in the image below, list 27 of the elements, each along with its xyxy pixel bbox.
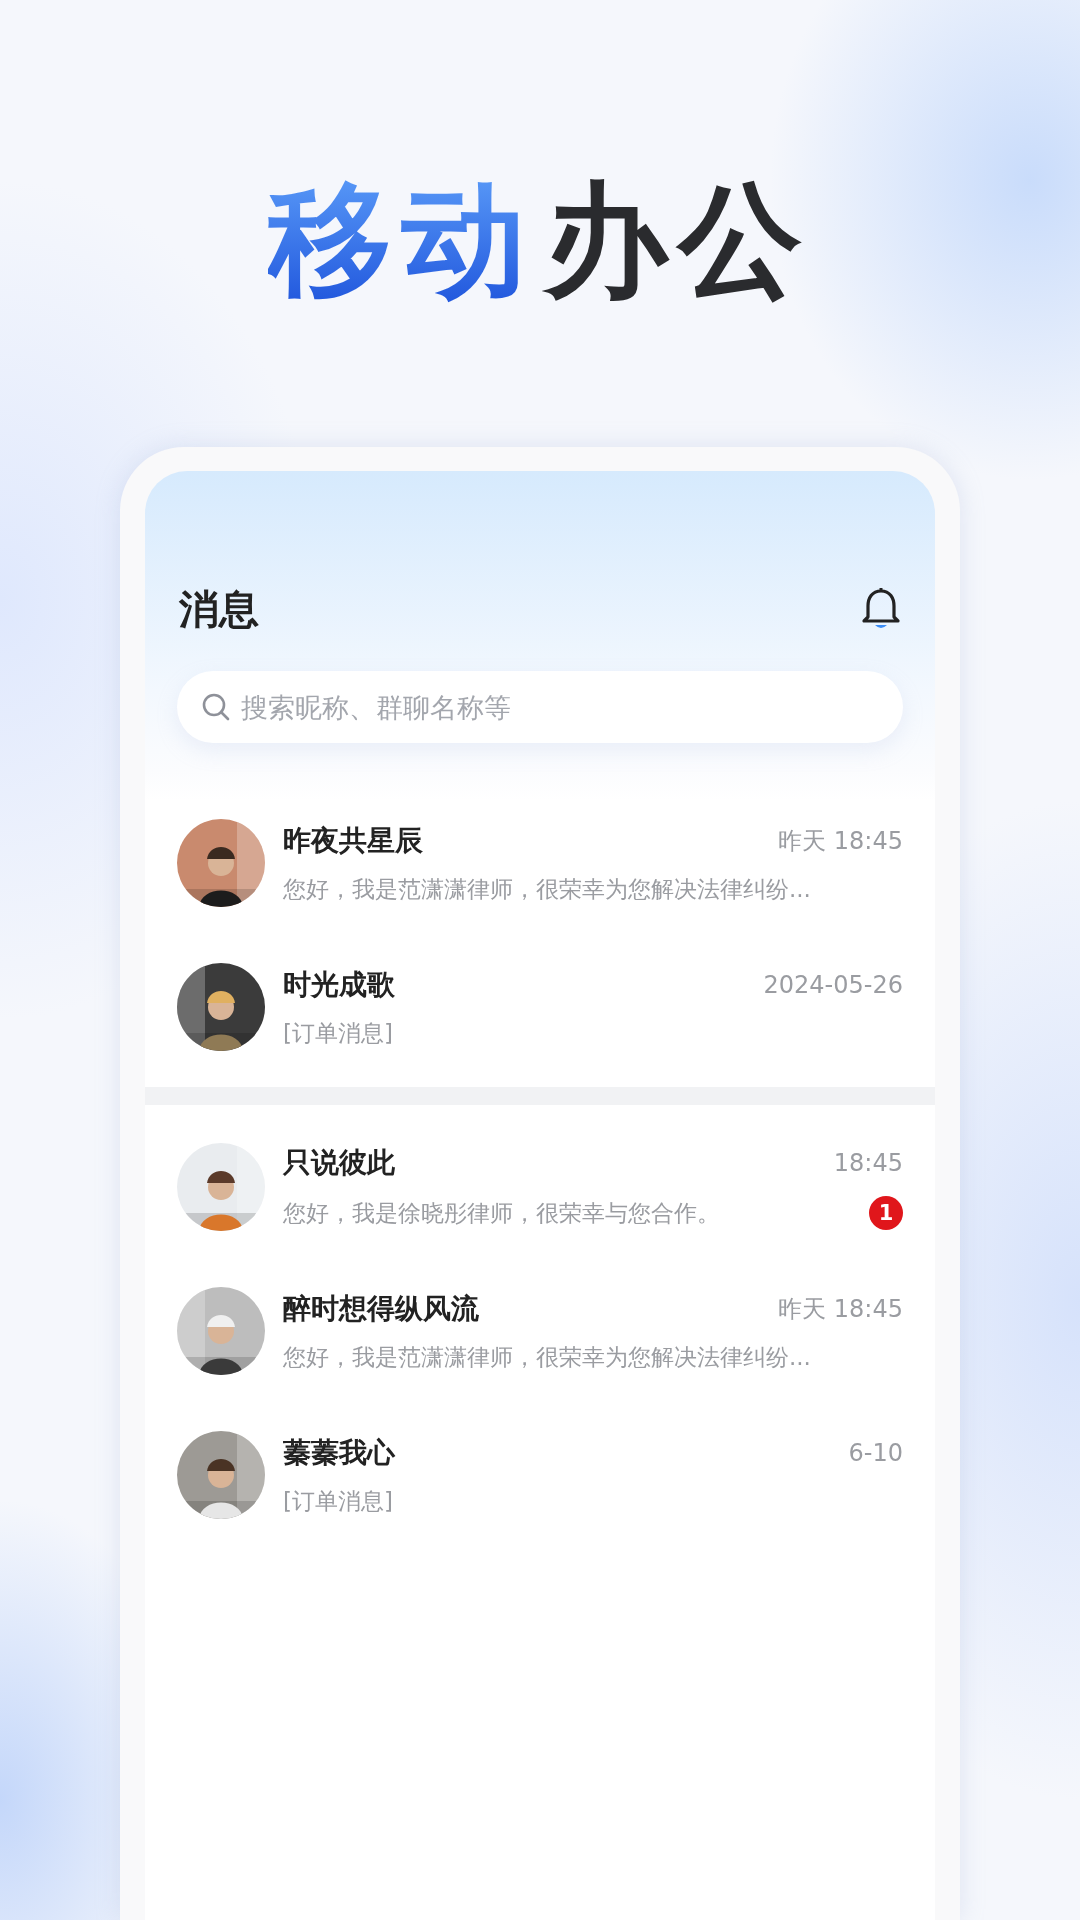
message-preview: [订单消息]: [283, 1018, 393, 1048]
unread-badge: 1: [869, 1196, 903, 1230]
message-time: 昨天 18:45: [778, 1293, 903, 1325]
headline-text: 办公: [544, 170, 812, 310]
message-time: 18:45: [833, 1149, 903, 1177]
search-bar[interactable]: 搜索昵称、群聊名称等: [177, 671, 903, 743]
message-time: 6-10: [848, 1438, 903, 1467]
conversation-item[interactable]: 时光成歌 2024-05-26 [订单消息]: [145, 935, 935, 1079]
conversation-item[interactable]: 醉时想得纵风流 昨天 18:45 您好，我是范潇潇律师，很荣幸为您解决法律纠纷...: [145, 1259, 935, 1403]
search-icon: [201, 692, 231, 722]
screen-title: 消息: [179, 584, 259, 634]
contact-name: 只说彼此: [283, 1145, 395, 1181]
message-time: 昨天 18:45: [778, 825, 903, 857]
search-field[interactable]: 搜索昵称、群聊名称等: [239, 690, 879, 724]
contact-name: 醉时想得纵风流: [283, 1290, 479, 1327]
message-preview: [订单消息]: [283, 1486, 393, 1516]
message-time: 2024-05-26: [763, 970, 903, 999]
conversation-item[interactable]: 昨夜共星辰 昨天 18:45 您好，我是范潇潇律师，很荣幸为您解决法律纠纷...: [145, 791, 935, 935]
conversation-item[interactable]: 蓁蓁我心 6-10 [订单消息]: [145, 1403, 935, 1547]
message-preview: 您好，我是范潇潇律师，很荣幸为您解决法律纠纷...: [283, 1342, 811, 1372]
conversation-item[interactable]: 只说彼此 18:45 您好，我是徐晓彤律师，很荣幸与您合作。 1: [145, 1115, 935, 1259]
contact-name: 蓁蓁我心: [283, 1434, 395, 1471]
contact-name: 时光成歌: [283, 966, 395, 1003]
message-preview: 您好，我是徐晓彤律师，很荣幸与您合作。: [283, 1198, 720, 1228]
message-preview: 您好，我是范潇潇律师，很荣幸为您解决法律纠纷...: [283, 874, 811, 904]
contact-name: 昨夜共星辰: [283, 822, 423, 859]
bell-icon[interactable]: [861, 587, 901, 631]
